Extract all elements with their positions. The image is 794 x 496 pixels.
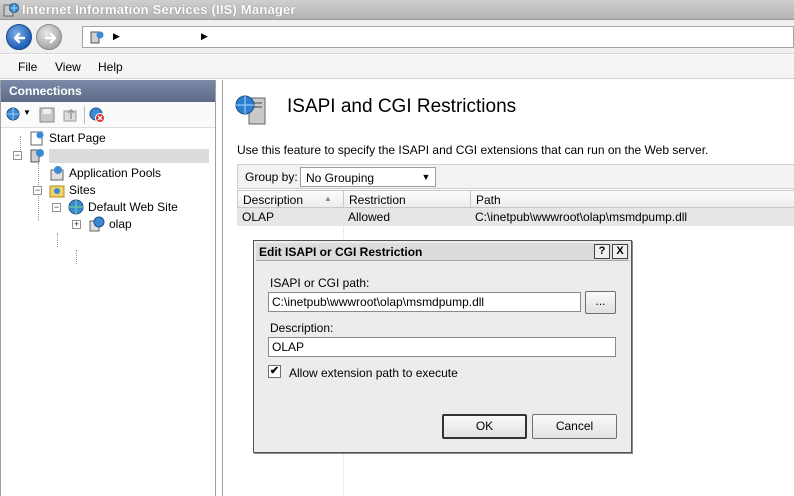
close-button[interactable]: X — [612, 244, 628, 259]
description-label: Description: — [270, 321, 334, 335]
isapi-cgi-server-icon — [235, 95, 266, 125]
group-by-select[interactable]: No Grouping ▼ — [300, 167, 436, 187]
description-input[interactable]: OLAP — [268, 337, 616, 357]
allow-execute-checkbox[interactable]: ✔ — [268, 365, 281, 378]
group-by-value: No Grouping — [306, 171, 375, 185]
collapse-toggle[interactable]: − — [52, 203, 61, 212]
forward-arrow-icon — [44, 32, 57, 44]
globe-icon — [68, 199, 84, 215]
tree-item-label: Default Web Site — [88, 200, 178, 214]
menu-file[interactable]: File — [18, 60, 37, 74]
table-row[interactable]: OLAP Allowed C:\inetpub\wwwroot\olap\msm… — [237, 208, 794, 226]
menu-bar: File View Help — [0, 55, 794, 79]
help-button[interactable]: ? — [594, 244, 610, 259]
grid-header: Description ▲ Restriction Path — [237, 190, 794, 208]
back-button[interactable] — [6, 24, 32, 50]
tree-item-label: olap — [109, 217, 132, 231]
feature-description: Use this feature to specify the ISAPI an… — [237, 143, 709, 157]
breadcrumb-arrow-icon[interactable]: ▶ — [113, 31, 120, 42]
cell-restriction: Allowed — [348, 210, 391, 224]
chevron-down-icon[interactable]: ▼ — [419, 169, 433, 185]
server-icon — [90, 31, 104, 44]
browse-button[interactable]: ... — [585, 291, 616, 314]
application-pools-icon — [50, 166, 64, 181]
application-globe-icon — [89, 216, 105, 232]
column-header-description[interactable]: Description — [243, 193, 303, 207]
start-page-icon — [30, 131, 44, 146]
tree-item-label: Application Pools — [69, 166, 162, 180]
tree-line — [76, 250, 77, 264]
dialog-title-bar: Edit ISAPI or CGI Restriction ? X — [256, 243, 629, 261]
connections-header: Connections — [1, 80, 215, 102]
path-input[interactable]: C:\inetpub\wwwroot\olap\msmdpump.dll — [268, 292, 581, 312]
iis-globe-icon — [3, 3, 19, 17]
title-bar: Internet Information Services (IIS) Mana… — [0, 0, 794, 20]
connect-globe-icon[interactable] — [6, 107, 22, 123]
tree-line — [57, 233, 58, 247]
group-by-label: Group by: — [245, 170, 298, 184]
tree-item-label: Start Page — [49, 131, 106, 145]
allow-execute-label[interactable]: Allow extension path to execute — [289, 366, 458, 380]
cell-path: C:\inetpub\wwwroot\olap\msmdpump.dll — [475, 210, 688, 224]
connections-pane: Connections ▼ Start Page − Application P… — [0, 80, 216, 496]
column-divider[interactable] — [343, 191, 344, 208]
back-arrow-icon — [13, 32, 26, 44]
collapse-toggle[interactable]: − — [33, 186, 42, 195]
save-icon[interactable] — [39, 107, 55, 123]
connections-toolbar: ▼ — [1, 102, 215, 128]
server-name-selection[interactable] — [49, 149, 209, 163]
path-value: C:\inetpub\wwwroot\olap\msmdpump.dll — [272, 295, 485, 309]
toolbar-divider — [84, 106, 85, 124]
column-header-path[interactable]: Path — [476, 193, 501, 207]
group-by-bar: Group by: No Grouping ▼ — [237, 164, 794, 189]
column-divider[interactable] — [470, 191, 471, 208]
menu-view[interactable]: View — [55, 60, 81, 74]
cell-description: OLAP — [242, 210, 275, 224]
dialog-title: Edit ISAPI or CGI Restriction — [259, 245, 423, 259]
disconnect-icon[interactable] — [89, 107, 105, 123]
address-bar: ▶ ▶ — [0, 20, 794, 54]
column-header-restriction[interactable]: Restriction — [349, 193, 406, 207]
ok-button[interactable]: OK — [442, 414, 527, 439]
path-label: ISAPI or CGI path: — [270, 276, 370, 290]
forward-button[interactable] — [36, 24, 62, 50]
cancel-button[interactable]: Cancel — [532, 414, 617, 439]
tree-item-label: Sites — [69, 183, 96, 197]
breadcrumb-arrow-icon[interactable]: ▶ — [201, 31, 208, 42]
edit-restriction-dialog: Edit ISAPI or CGI Restriction ? X ISAPI … — [253, 240, 632, 453]
address-field[interactable]: ▶ ▶ — [82, 26, 794, 48]
page-title: ISAPI and CGI Restrictions — [287, 96, 517, 117]
chevron-down-icon[interactable]: ▼ — [23, 108, 31, 117]
connections-tree: Start Page − Application Pools − Sites −… — [1, 128, 215, 488]
expand-toggle[interactable]: + — [72, 220, 81, 229]
server-icon — [30, 149, 44, 163]
sort-ascending-icon: ▲ — [324, 194, 332, 203]
window-title: Internet Information Services (IIS) Mana… — [22, 2, 296, 17]
sites-folder-icon — [49, 185, 65, 198]
up-level-icon[interactable] — [63, 107, 79, 123]
menu-help[interactable]: Help — [98, 60, 123, 74]
collapse-toggle[interactable]: − — [13, 151, 22, 160]
description-value: OLAP — [272, 340, 305, 354]
